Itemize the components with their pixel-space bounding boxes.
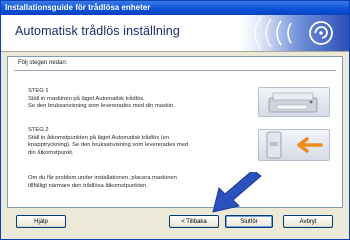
step-2-line: Ställ in åtkomstpunkten på läget Automat… bbox=[28, 134, 170, 141]
window-titlebar: Installationsguide för trådlösa enheter bbox=[1, 1, 349, 15]
installer-window: Installationsguide för trådlösa enheter … bbox=[0, 0, 350, 240]
content-panel: Följ stegen nedan: STEG 1 Ställ in maski… bbox=[7, 56, 343, 208]
header-banner bbox=[239, 15, 349, 51]
step-2-line: knapptryckning). Se den bruksanvisning s… bbox=[28, 142, 189, 149]
divider bbox=[14, 70, 336, 71]
back-button[interactable]: < Tillbaka bbox=[169, 215, 219, 228]
note-line: Om du får problem under installationen, … bbox=[28, 175, 177, 181]
wizard-header: Automatisk trådlös inställning bbox=[1, 15, 349, 52]
step-2-line: din åtkomstpunkt. bbox=[28, 149, 74, 156]
printer-image bbox=[258, 87, 330, 117]
step-2: STEG 2 Ställ in åtkomstpunkten på läget … bbox=[28, 127, 188, 157]
step-1-line: Se den bruksanvisning som levererades me… bbox=[28, 103, 175, 110]
instruction-text: Följ stegen nedan: bbox=[18, 60, 68, 66]
finish-button[interactable]: Slutför bbox=[225, 215, 273, 228]
step-2-title: STEG 2 bbox=[28, 127, 49, 133]
help-button[interactable]: Hjälp bbox=[16, 215, 66, 228]
access-point-image bbox=[258, 129, 330, 161]
troubleshooting-note: Om du får problem under installationen, … bbox=[28, 175, 228, 190]
wireless-signal-icon bbox=[254, 16, 333, 50]
note-line: tillfälligt närmare den trådlösa åtkomst… bbox=[28, 182, 148, 189]
page-title: Automatisk trådlös inställning bbox=[15, 24, 180, 38]
pointer-arrow-icon bbox=[212, 172, 262, 213]
cancel-button[interactable]: Avbryt bbox=[283, 215, 333, 228]
step-1-title: STEG 1 bbox=[28, 88, 49, 94]
step-1-line: Ställ in maskinen på läget Automatisk tr… bbox=[28, 95, 145, 102]
step-1: STEG 1 Ställ in maskinen på läget Automa… bbox=[28, 88, 175, 111]
